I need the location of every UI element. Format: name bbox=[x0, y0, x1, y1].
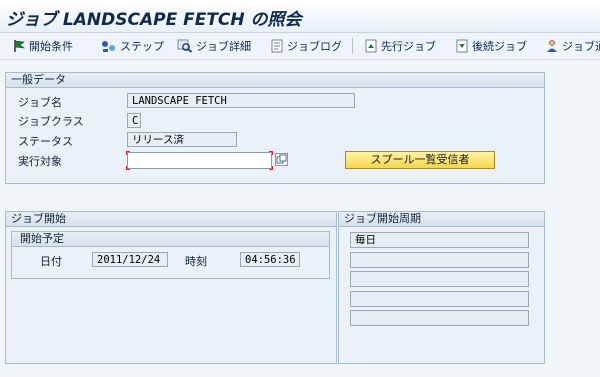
job-notify-button[interactable]: ジョブ通 bbox=[545, 37, 600, 55]
required-corner-marker bbox=[269, 151, 273, 155]
title-bar: ジョブ LANDSCAPE FETCH の照会 bbox=[0, 0, 600, 33]
exec-target-input[interactable] bbox=[127, 152, 272, 169]
steps-icon bbox=[102, 41, 115, 52]
page-title: ジョブ LANDSCAPE FETCH の照会 bbox=[6, 10, 302, 30]
required-corner-marker bbox=[269, 166, 273, 170]
successor-job-label: 後続ジョブ bbox=[472, 40, 527, 53]
status-label: ステータス bbox=[18, 135, 73, 148]
status-field: リリース済 bbox=[127, 132, 237, 147]
successor-job-icon bbox=[456, 39, 468, 53]
start-condition-label: 開始条件 bbox=[29, 40, 73, 53]
job-class-field: C bbox=[127, 113, 141, 128]
copy-icon bbox=[276, 154, 287, 164]
toolbar-separator bbox=[352, 38, 353, 54]
job-class-label: ジョブクラス bbox=[18, 115, 84, 128]
date-label: 日付 bbox=[40, 255, 62, 268]
job-details-label: ジョブ詳細 bbox=[196, 40, 251, 53]
period-row bbox=[350, 310, 529, 326]
period-row bbox=[350, 271, 529, 287]
exec-target-label: 実行対象 bbox=[18, 155, 62, 168]
time-field: 04:56:36 bbox=[240, 252, 300, 267]
application-toolbar: 開始条件 ステップ ジョブ詳細 ジョブログ 先行ジョブ 後続ジョブ ジョブ bbox=[0, 33, 600, 60]
job-start-heading: ジョブ開始 bbox=[6, 212, 336, 227]
planned-start-heading: 開始予定 bbox=[12, 232, 329, 247]
job-period-heading: ジョブ開始周期 bbox=[339, 212, 544, 227]
steps-label: ステップ bbox=[120, 40, 164, 53]
person-icon bbox=[547, 40, 557, 52]
required-corner-marker bbox=[126, 151, 130, 155]
required-corner-marker bbox=[126, 166, 130, 170]
predecessor-job-label: 先行ジョブ bbox=[381, 40, 436, 53]
magnifier-icon bbox=[177, 39, 193, 53]
job-name-field: LANDSCAPE FETCH bbox=[127, 93, 355, 108]
predecessor-job-icon bbox=[365, 39, 377, 53]
job-log-button[interactable]: ジョブログ bbox=[270, 37, 342, 55]
flag-icon bbox=[14, 40, 26, 52]
period-row bbox=[350, 252, 529, 268]
date-field: 2011/12/24 bbox=[92, 252, 168, 267]
job-details-button[interactable]: ジョブ詳細 bbox=[177, 37, 251, 55]
job-name-label: ジョブ名 bbox=[18, 96, 62, 109]
time-label: 時刻 bbox=[185, 255, 207, 268]
value-help-button[interactable] bbox=[275, 153, 288, 166]
period-row bbox=[350, 291, 529, 307]
steps-button[interactable]: ステップ bbox=[101, 37, 164, 55]
job-notify-label: ジョブ通 bbox=[562, 40, 600, 53]
job-log-label: ジョブログ bbox=[287, 40, 342, 53]
general-data-heading: 一般データ bbox=[6, 73, 544, 88]
spool-recipient-button[interactable]: スプール一覧受信者 bbox=[345, 151, 495, 169]
predecessor-job-button[interactable]: 先行ジョブ bbox=[364, 37, 436, 55]
log-icon bbox=[271, 39, 283, 53]
successor-job-button[interactable]: 後続ジョブ bbox=[455, 37, 527, 55]
start-condition-button[interactable]: 開始条件 bbox=[12, 37, 73, 55]
period-row: 毎日 bbox=[350, 232, 529, 248]
